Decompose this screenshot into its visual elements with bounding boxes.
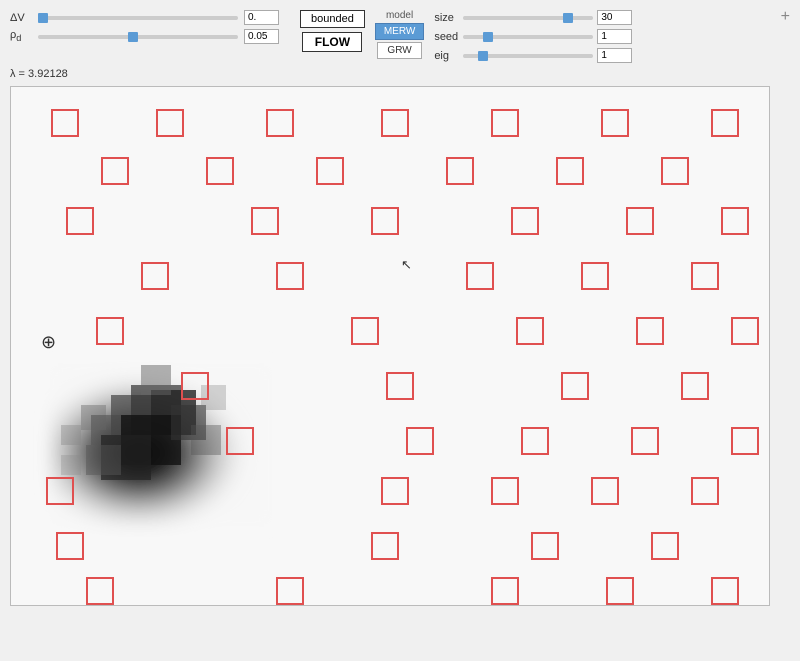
- marker-46: [531, 532, 559, 560]
- cursor-arrow: ↖: [401, 257, 412, 273]
- marker-14: [66, 207, 94, 235]
- main-container: + ΔV 0. ρd 0.05 bounded FLOW: [0, 0, 800, 661]
- marker-6: [601, 109, 629, 137]
- rho-d-track[interactable]: [38, 35, 238, 39]
- marker-39: [46, 477, 74, 505]
- marker-27: [516, 317, 544, 345]
- marker-13: [661, 157, 689, 185]
- marker-52: [711, 577, 739, 605]
- flow-button[interactable]: FLOW: [302, 32, 362, 52]
- bounded-button[interactable]: bounded: [300, 10, 365, 28]
- marker-23: [581, 262, 609, 290]
- delta-v-thumb[interactable]: [38, 13, 48, 23]
- seed-track[interactable]: [463, 35, 593, 39]
- marker-31: [386, 372, 414, 400]
- sliders-section: ΔV 0. ρd 0.05: [10, 10, 290, 44]
- marker-1: [51, 109, 79, 137]
- marker-41: [491, 477, 519, 505]
- marker-5: [491, 109, 519, 137]
- marker-4: [381, 109, 409, 137]
- delta-v-value: 0.: [244, 10, 279, 25]
- marker-11: [446, 157, 474, 185]
- marker-30: [181, 372, 209, 400]
- top-controls: ΔV 0. ρd 0.05 bounded FLOW model MERW: [10, 10, 790, 63]
- lambda-display: λ = 3.92128: [10, 68, 790, 80]
- add-button[interactable]: +: [781, 8, 790, 26]
- marker-33: [681, 372, 709, 400]
- rho-d-value: 0.05: [244, 29, 279, 44]
- seed-label: seed: [434, 31, 459, 43]
- marker-9: [206, 157, 234, 185]
- marker-35: [406, 427, 434, 455]
- marker-2: [156, 109, 184, 137]
- right-sliders: size 30 seed 1 eig 1: [434, 10, 632, 63]
- seed-thumb[interactable]: [483, 32, 493, 42]
- marker-22: [466, 262, 494, 290]
- delta-v-row: ΔV 0.: [10, 10, 290, 25]
- grw-button[interactable]: GRW: [377, 42, 422, 59]
- size-track[interactable]: [463, 16, 593, 20]
- model-label: model: [386, 10, 413, 21]
- rho-d-label: ρd: [10, 29, 32, 43]
- marker-44: [56, 532, 84, 560]
- marker-21: [276, 262, 304, 290]
- marker-40: [381, 477, 409, 505]
- rho-d-row: ρd 0.05: [10, 29, 290, 44]
- marker-51: [606, 577, 634, 605]
- eig-value: 1: [597, 48, 632, 63]
- marker-15: [251, 207, 279, 235]
- seed-row: seed 1: [434, 29, 632, 44]
- marker-20: [141, 262, 169, 290]
- marker-45: [371, 532, 399, 560]
- delta-v-label: ΔV: [10, 12, 32, 24]
- heatmap-visualization: [31, 285, 331, 545]
- delta-v-track[interactable]: [38, 16, 238, 20]
- marker-17: [511, 207, 539, 235]
- marker-7: [711, 109, 739, 137]
- marker-19: [721, 207, 749, 235]
- marker-18: [626, 207, 654, 235]
- marker-28: [636, 317, 664, 345]
- rho-d-thumb[interactable]: [128, 32, 138, 42]
- marker-26: [351, 317, 379, 345]
- size-thumb[interactable]: [563, 13, 573, 23]
- marker-29: [731, 317, 759, 345]
- marker-16: [371, 207, 399, 235]
- marker-10: [316, 157, 344, 185]
- size-row: size 30: [434, 10, 632, 25]
- eig-label: eig: [434, 50, 459, 62]
- marker-32: [561, 372, 589, 400]
- marker-8: [101, 157, 129, 185]
- marker-50: [491, 577, 519, 605]
- marker-42: [591, 477, 619, 505]
- marker-3: [266, 109, 294, 137]
- marker-36: [521, 427, 549, 455]
- marker-25: [96, 317, 124, 345]
- marker-24: [691, 262, 719, 290]
- marker-48: [86, 577, 114, 605]
- eig-thumb[interactable]: [478, 51, 488, 61]
- marker-12: [556, 157, 584, 185]
- marker-38: [731, 427, 759, 455]
- size-value: 30: [597, 10, 632, 25]
- canvas-area[interactable]: ⊕ ↖: [10, 86, 770, 606]
- marker-37: [631, 427, 659, 455]
- seed-value: 1: [597, 29, 632, 44]
- eig-track[interactable]: [463, 54, 593, 58]
- marker-47: [651, 532, 679, 560]
- marker-34: [226, 427, 254, 455]
- marker-43: [691, 477, 719, 505]
- merw-button[interactable]: MERW: [375, 23, 424, 40]
- marker-49: [276, 577, 304, 605]
- size-label: size: [434, 12, 459, 24]
- eig-row: eig 1: [434, 48, 632, 63]
- model-section: model MERW GRW: [375, 10, 424, 59]
- target-icon: ⊕: [41, 332, 56, 353]
- buttons-section: bounded FLOW: [300, 10, 365, 52]
